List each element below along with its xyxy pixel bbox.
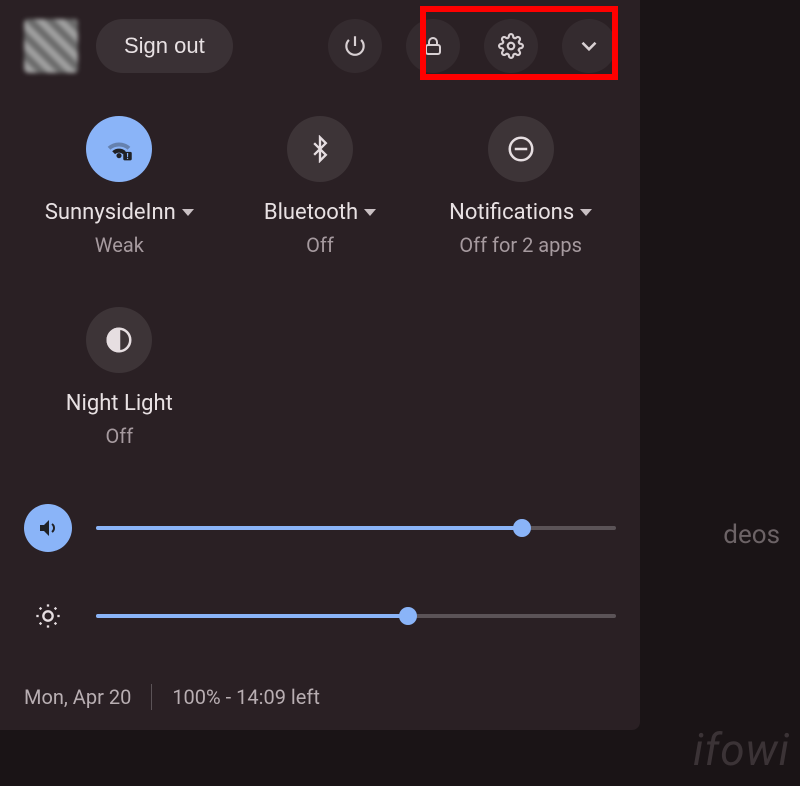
battery-text: 100% - 14:09 left: [172, 685, 320, 709]
notifications-toggle[interactable]: Notifications Off for 2 apps: [425, 116, 616, 257]
avatar[interactable]: [24, 19, 78, 73]
collapse-button[interactable]: [562, 19, 616, 73]
volume-icon: [36, 516, 60, 540]
brightness-row: [24, 592, 616, 640]
caret-down-icon: [182, 209, 194, 216]
night-light-sublabel: Off: [105, 424, 133, 448]
bluetooth-icon: [306, 135, 334, 163]
lock-icon: [421, 34, 445, 58]
quick-settings-panel: Sign out: [0, 0, 640, 730]
sliders-area: [24, 474, 616, 680]
brightness-button[interactable]: [24, 592, 72, 640]
header-row: Sign out: [24, 16, 616, 76]
night-light-label: Night Light: [66, 391, 173, 416]
volume-slider[interactable]: [96, 518, 616, 538]
caret-down-icon: [580, 209, 592, 216]
brightness-icon: [34, 602, 62, 630]
wifi-sublabel: Weak: [95, 233, 144, 257]
do-not-disturb-icon: [506, 134, 536, 164]
volume-button[interactable]: [24, 504, 72, 552]
slider-thumb[interactable]: [399, 607, 417, 625]
wifi-toggle[interactable]: ! SunnysideInn Weak: [24, 116, 215, 257]
caret-down-icon: [364, 209, 376, 216]
separator: [151, 684, 152, 710]
svg-text:!: !: [127, 152, 129, 162]
settings-button[interactable]: [484, 19, 538, 73]
bluetooth-toggle[interactable]: Bluetooth Off: [225, 116, 416, 257]
power-icon: [342, 33, 368, 59]
background-text: deos: [723, 520, 780, 550]
watermark: ifowi: [693, 724, 790, 776]
date-text: Mon, Apr 20: [24, 685, 131, 709]
notifications-label: Notifications: [449, 200, 574, 225]
sign-out-button[interactable]: Sign out: [96, 19, 233, 73]
night-light-icon: [104, 325, 134, 355]
chevron-down-icon: [576, 33, 602, 59]
quick-toggles-grid: ! SunnysideInn Weak Bluetooth: [24, 116, 616, 448]
power-button[interactable]: [328, 19, 382, 73]
wifi-label: SunnysideInn: [45, 200, 176, 225]
wifi-icon: !: [102, 132, 136, 166]
brightness-slider[interactable]: [96, 606, 616, 626]
gear-icon: [498, 33, 524, 59]
slider-thumb[interactable]: [513, 519, 531, 537]
lock-button[interactable]: [406, 19, 460, 73]
notifications-sublabel: Off for 2 apps: [459, 233, 582, 257]
bluetooth-sublabel: Off: [306, 233, 334, 257]
night-light-toggle[interactable]: Night Light Off: [24, 307, 215, 448]
footer-status: Mon, Apr 20 100% - 14:09 left: [24, 684, 616, 710]
volume-row: [24, 504, 616, 552]
bluetooth-label: Bluetooth: [264, 200, 358, 225]
